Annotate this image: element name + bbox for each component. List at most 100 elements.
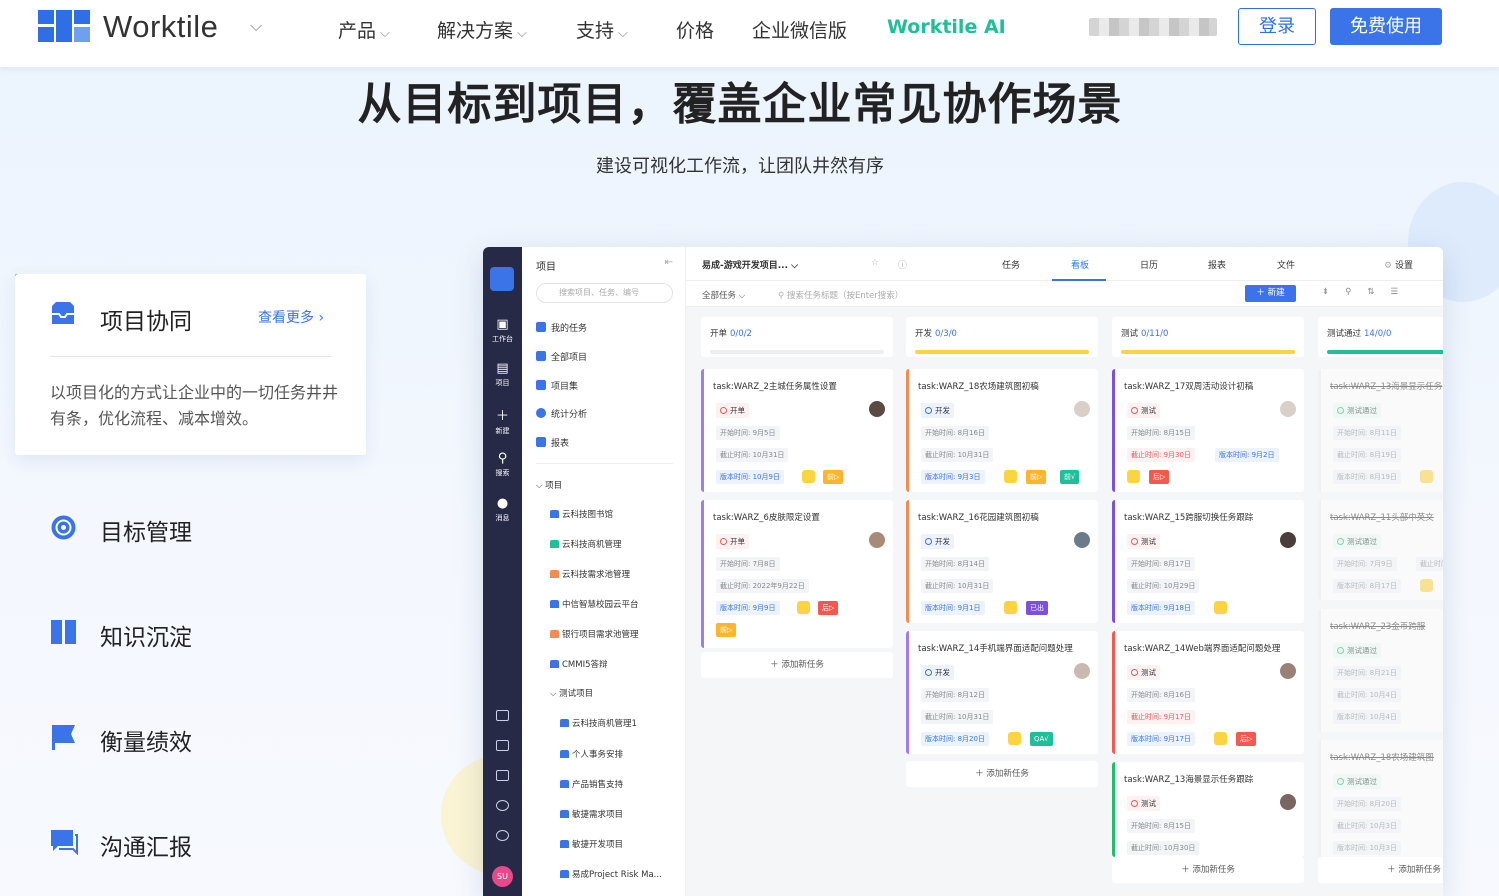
task-card[interactable]: task:WARZ_16花园建筑图初稿 开发 开始时间: 8月14日 截止时间:…	[906, 500, 1098, 623]
task-card[interactable]: task:WARZ_17双周活动设计初稿 测试 开始时间: 8月15日 截止时间…	[1112, 369, 1304, 492]
task-card[interactable]: task:WARZ_13海景显示任务 测试通过 开始时间: 8月11日 截止时间…	[1318, 369, 1443, 492]
inbox-icon	[50, 302, 76, 330]
task-card[interactable]: task:WARZ_14Web端界面适配问题处理 测试 开始时间: 8月16日 …	[1112, 631, 1304, 754]
add-task-button[interactable]: ＋ 添加新任务	[701, 652, 893, 678]
task-card[interactable]: task:WARZ_14手机端界面适配问题处理 开发 开始时间: 8月12日 截…	[906, 631, 1098, 754]
bar-chart-icon	[536, 437, 546, 447]
info-icon[interactable]: ⓘ	[898, 258, 907, 271]
task-card[interactable]: task:WARZ_18农场建筑图 测试通过 开始时间: 8月20日 截止时间:…	[1318, 740, 1443, 857]
tag: 已出	[1026, 601, 1048, 615]
column-header[interactable]: 测试 0/11/0	[1112, 317, 1304, 357]
project-icon	[560, 840, 569, 848]
status-badge: 开单	[716, 403, 749, 418]
task-card[interactable]: task:WARZ_15跨服切换任务跟踪 测试 开始时间: 8月17日 截止时间…	[1112, 500, 1304, 623]
project-item[interactable]: 云科技商机管理1	[560, 717, 637, 729]
task-card[interactable]: task:WARZ_6皮肤限定设置 开单 开始时间: 7月8日 截止时间: 20…	[701, 500, 893, 648]
help-icon[interactable]	[496, 830, 509, 841]
feature-item-goals[interactable]: 目标管理	[50, 514, 192, 547]
tab-tasks[interactable]: 任务	[1002, 258, 1020, 271]
rail-messages[interactable]: ● 消息	[483, 496, 522, 523]
settings-button[interactable]: ⚙ 设置	[1384, 258, 1413, 271]
task-card[interactable]: task:WARZ_23金币跨服 测试通过 开始时间: 8月21日 截止时间: …	[1318, 609, 1443, 732]
cube-icon[interactable]	[496, 800, 509, 811]
project-item[interactable]: 中信智慧校园云平台	[550, 598, 639, 610]
status-badge: 开单	[716, 534, 749, 549]
column-header[interactable]: 开单 0/0/2	[701, 317, 893, 357]
nav-item-wecom[interactable]: 企业微信版	[752, 16, 847, 43]
feature-item-knowledge[interactable]: 知识沉淀	[50, 619, 192, 651]
rail-projects[interactable]: ▤ 项目	[483, 361, 522, 388]
task-card[interactable]: task:WARZ_2主城任务属性设置 开单 开始时间: 9月5日 截止时间: …	[701, 369, 893, 492]
tab-reports[interactable]: 报表	[1208, 258, 1226, 271]
tag: 前▷	[1026, 470, 1047, 484]
folder-icon[interactable]	[496, 770, 509, 781]
star-icon[interactable]: ☆	[871, 258, 879, 268]
rail-workbench[interactable]: ▣ 工作台	[483, 317, 522, 344]
project-item[interactable]: 云科技商机管理	[550, 538, 622, 550]
filter-dropdown[interactable]: 全部任务 ⌵	[702, 289, 745, 301]
project-item[interactable]: 产品销售支持	[560, 778, 623, 790]
nav-item-product[interactable]: 产品 ⌵	[338, 16, 390, 43]
nav-item-solutions[interactable]: 解决方案 ⌵	[437, 16, 527, 43]
app-logo-icon[interactable]	[490, 267, 514, 291]
project-item[interactable]: 易成Project Risk Ma...	[560, 868, 662, 880]
project-item[interactable]: CMMI5答辩	[550, 658, 608, 670]
tab-board[interactable]: 看板	[1071, 258, 1089, 271]
feature-item-reporting[interactable]: 沟通汇报	[50, 829, 192, 861]
worktile-logo-icon[interactable]	[38, 10, 90, 42]
calendar-settings-icon[interactable]	[496, 710, 509, 721]
sidebar-item-portfolio[interactable]: 项目集	[536, 379, 578, 392]
book-icon	[51, 620, 76, 644]
add-task-button[interactable]: ＋ 添加新任务	[1318, 857, 1443, 883]
project-item[interactable]: 敏捷开发项目	[560, 838, 623, 850]
home-icon: ▣	[496, 317, 509, 332]
login-button[interactable]: 登录	[1238, 8, 1316, 45]
sidebar-item-reports[interactable]: 报表	[536, 436, 569, 449]
signup-button[interactable]: 免费使用	[1330, 8, 1442, 45]
calendar-icon[interactable]	[496, 740, 509, 751]
tab-files[interactable]: 文件	[1277, 258, 1295, 271]
project-item[interactable]: 银行项目需求池管理	[550, 628, 639, 640]
task-card[interactable]: task:WARZ_18农场建筑图初稿 开发 开始时间: 8月16日 截止时间:…	[906, 369, 1098, 492]
gear-icon: ⚙	[1384, 261, 1393, 271]
project-group-toggle[interactable]: ⌵ 项目	[536, 479, 562, 491]
view-toolbar[interactable]: ⇟⚲⇅☰	[1322, 287, 1414, 297]
new-task-button[interactable]: ＋ 新建	[1245, 285, 1296, 302]
project-item[interactable]: 敏捷需求项目	[560, 808, 623, 820]
project-switcher[interactable]: 易成-游戏开发项目... ⌵	[702, 258, 798, 271]
rail-new[interactable]: ＋新建	[483, 405, 522, 436]
rail-search[interactable]: ⚲ 搜索	[483, 451, 522, 478]
column-header[interactable]: 开发 0/3/0	[906, 317, 1098, 357]
priority-icon	[1004, 601, 1017, 614]
priority-icon	[797, 601, 810, 614]
add-task-button[interactable]: ＋ 添加新任务	[1112, 857, 1304, 883]
task-card[interactable]: task:WARZ_13海景显示任务跟踪 测试 开始时间: 8月15日 截止时间…	[1112, 762, 1304, 857]
sidebar-item-my-tasks[interactable]: 我的任务	[536, 321, 587, 334]
priority-icon	[1214, 732, 1227, 745]
collapse-icon[interactable]: ⇤	[665, 257, 673, 268]
status-badge: 测试通过	[1333, 774, 1381, 789]
chevron-down-icon[interactable]: ⌵	[250, 16, 262, 36]
avatar[interactable]: SU	[492, 866, 513, 887]
app-rail: ▣ 工作台 ▤ 项目 ＋新建 ⚲ 搜索 ● 消息 SU	[483, 247, 522, 896]
nav-item-pricing[interactable]: 价格	[676, 16, 714, 43]
project-subgroup-toggle[interactable]: ⌵ 测试项目	[550, 687, 593, 699]
add-task-button[interactable]: ＋ 添加新任务	[906, 761, 1098, 787]
sidebar-item-analytics[interactable]: 统计分析	[536, 407, 587, 420]
project-item[interactable]: 云科技需求池管理	[550, 568, 630, 580]
feature-card-project[interactable]: 项目协同 查看更多 › 以项目化的方式让企业中的一切任务井井有条，优化流程、减本…	[15, 274, 366, 455]
project-item[interactable]: 个人事务安排	[560, 748, 623, 760]
project-item[interactable]: 云科技图书馆	[550, 508, 613, 520]
sidebar-item-all-projects[interactable]: 全部项目	[536, 350, 587, 363]
see-more-link[interactable]: 查看更多 ›	[258, 307, 324, 327]
nav-item-ai[interactable]: Worktile AI	[887, 16, 1006, 38]
task-search-input[interactable]: ⚲ 搜索任务标题（按Enter搜索）	[778, 289, 903, 301]
nav-item-support[interactable]: 支持 ⌵	[576, 16, 628, 43]
project-search-input[interactable]: 搜索项目、任务、编号	[536, 283, 673, 303]
brand-name[interactable]: Worktile	[103, 9, 218, 45]
column-header[interactable]: 测试通过 14/0/0	[1318, 317, 1443, 357]
tab-calendar[interactable]: 日历	[1140, 258, 1158, 271]
avatar	[1280, 794, 1296, 810]
feature-item-performance[interactable]: 衡量绩效	[50, 724, 192, 756]
task-card[interactable]: task:WARZ_11头部中英文 测试通过 开始时间: 7月9日 截止时间: …	[1318, 500, 1443, 600]
